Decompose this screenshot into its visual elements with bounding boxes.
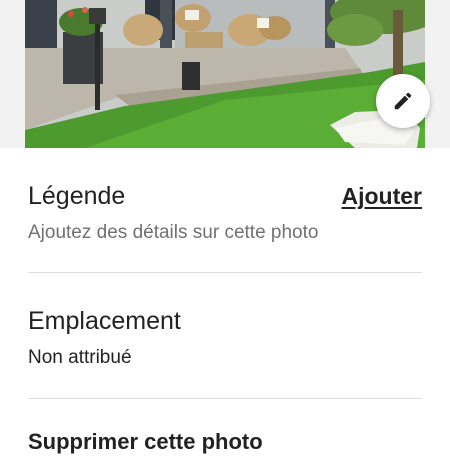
photo-area (0, 0, 450, 148)
edit-photo-button[interactable] (376, 74, 430, 128)
photo-image (25, 0, 425, 148)
divider (28, 398, 422, 399)
delete-photo-button[interactable]: Supprimer cette photo (28, 428, 263, 456)
location-title: Emplacement (28, 307, 181, 335)
garden-patio-photo[interactable] (25, 0, 425, 148)
caption-title: Légende (28, 182, 126, 210)
divider (28, 272, 422, 273)
pencil-icon (394, 92, 412, 110)
location-value: Non attribué (28, 347, 132, 368)
add-caption-link[interactable]: Ajouter (342, 180, 423, 212)
caption-hint: Ajoutez des détails sur cette photo (28, 222, 319, 243)
